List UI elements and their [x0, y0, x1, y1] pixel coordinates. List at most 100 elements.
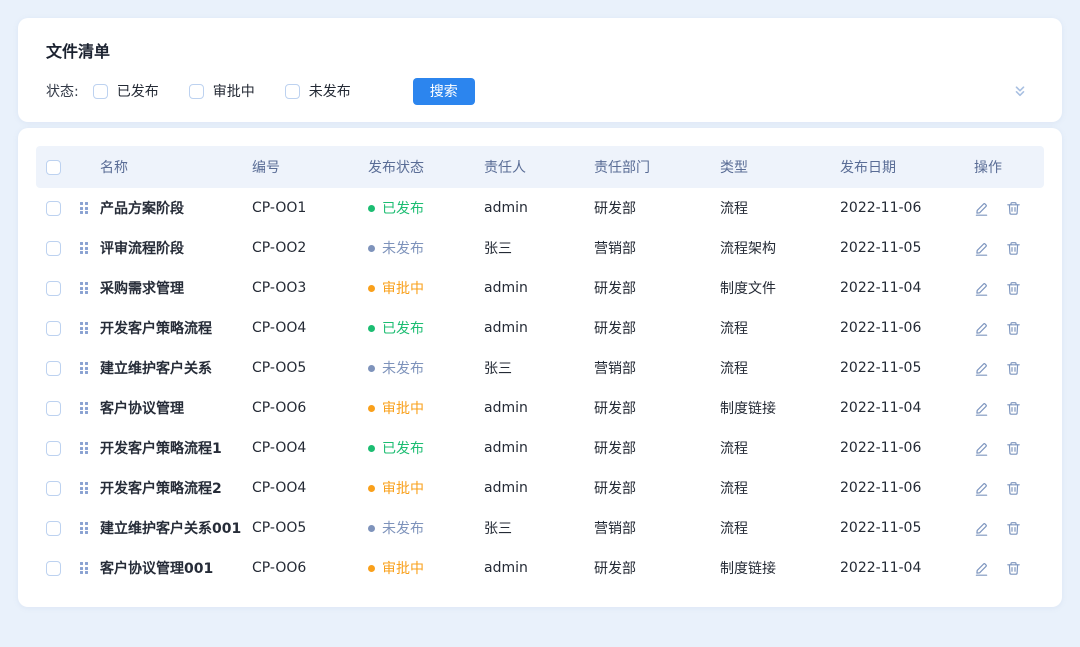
- status-badge: 审批中: [368, 558, 480, 578]
- doc-code: CP-OO4: [250, 320, 366, 336]
- published-checkbox[interactable]: [93, 84, 108, 99]
- row-checkbox[interactable]: [46, 441, 61, 456]
- row-checkbox[interactable]: [46, 281, 61, 296]
- row-actions: [974, 201, 1042, 216]
- doc-date: 2022-11-04: [838, 280, 972, 296]
- edit-button[interactable]: [974, 481, 989, 496]
- doc-date: 2022-11-05: [838, 520, 972, 536]
- drag-handle-icon[interactable]: [80, 442, 89, 454]
- doc-code: CP-OO2: [250, 240, 366, 256]
- column-header-type: 类型: [718, 157, 838, 177]
- search-button[interactable]: 搜索: [413, 78, 475, 105]
- pencil-icon: [974, 561, 989, 576]
- edit-button[interactable]: [974, 201, 989, 216]
- status-badge: 未发布: [368, 358, 480, 378]
- delete-button[interactable]: [1006, 241, 1021, 256]
- edit-button[interactable]: [974, 321, 989, 336]
- status-option-published[interactable]: 已发布: [93, 81, 159, 101]
- doc-code: CP-OO6: [250, 400, 366, 416]
- edit-button[interactable]: [974, 241, 989, 256]
- file-list-table: 名称 编号 发布状态 责任人 责任部门 类型 发布日期 操作 产品方案阶段 CP…: [18, 128, 1062, 607]
- row-checkbox[interactable]: [46, 521, 61, 536]
- row-checkbox[interactable]: [46, 241, 61, 256]
- doc-type: 流程: [718, 478, 838, 498]
- doc-date: 2022-11-06: [838, 320, 972, 336]
- delete-button[interactable]: [1006, 401, 1021, 416]
- status-dot-icon: [368, 365, 375, 372]
- delete-button[interactable]: [1006, 481, 1021, 496]
- unpublished-checkbox[interactable]: [285, 84, 300, 99]
- drag-handle-icon[interactable]: [80, 522, 89, 534]
- edit-button[interactable]: [974, 561, 989, 576]
- row-checkbox[interactable]: [46, 561, 61, 576]
- row-actions: [974, 361, 1042, 376]
- table-row: 产品方案阶段 CP-OO1 已发布 admin 研发部 流程 2022-11-0…: [36, 188, 1044, 228]
- drag-handle-icon[interactable]: [80, 242, 89, 254]
- row-checkbox[interactable]: [46, 481, 61, 496]
- delete-button[interactable]: [1006, 441, 1021, 456]
- drag-handle-icon[interactable]: [80, 402, 89, 414]
- edit-button[interactable]: [974, 361, 989, 376]
- status-text: 已发布: [382, 198, 424, 218]
- row-actions: [974, 401, 1042, 416]
- reviewing-checkbox-label: 审批中: [213, 81, 255, 101]
- status-text: 审批中: [382, 278, 424, 298]
- collapse-filter-button[interactable]: [1012, 83, 1028, 99]
- doc-date: 2022-11-06: [838, 440, 972, 456]
- trash-icon: [1006, 521, 1021, 536]
- drag-handle-icon[interactable]: [80, 362, 89, 374]
- doc-department: 研发部: [592, 478, 718, 498]
- edit-button[interactable]: [974, 281, 989, 296]
- row-actions: [974, 281, 1042, 296]
- delete-button[interactable]: [1006, 361, 1021, 376]
- reviewing-checkbox[interactable]: [189, 84, 204, 99]
- edit-button[interactable]: [974, 441, 989, 456]
- doc-department: 研发部: [592, 558, 718, 578]
- status-badge: 已发布: [368, 198, 480, 218]
- trash-icon: [1006, 361, 1021, 376]
- status-dot-icon: [368, 325, 375, 332]
- row-checkbox[interactable]: [46, 321, 61, 336]
- drag-handle-icon[interactable]: [80, 202, 89, 214]
- delete-button[interactable]: [1006, 321, 1021, 336]
- edit-button[interactable]: [974, 521, 989, 536]
- status-badge: 审批中: [368, 278, 480, 298]
- drag-handle-icon[interactable]: [80, 322, 89, 334]
- status-text: 未发布: [382, 518, 424, 538]
- doc-type: 制度文件: [718, 278, 838, 298]
- doc-type: 流程: [718, 198, 838, 218]
- unpublished-checkbox-label: 未发布: [309, 81, 351, 101]
- doc-type: 制度链接: [718, 558, 838, 578]
- delete-button[interactable]: [1006, 561, 1021, 576]
- status-badge: 已发布: [368, 438, 480, 458]
- status-text: 审批中: [382, 398, 424, 418]
- doc-department: 研发部: [592, 318, 718, 338]
- delete-button[interactable]: [1006, 281, 1021, 296]
- doc-owner: admin: [482, 480, 592, 496]
- status-dot-icon: [368, 205, 375, 212]
- doc-name: 建立维护客户关系: [98, 358, 250, 378]
- table-row: 建立维护客户关系001 CP-OO5 未发布 张三 营销部 流程 2022-11…: [36, 508, 1044, 548]
- select-all-checkbox[interactable]: [46, 160, 61, 175]
- row-checkbox[interactable]: [46, 361, 61, 376]
- row-actions: [974, 321, 1042, 336]
- status-option-reviewing[interactable]: 审批中: [189, 81, 255, 101]
- drag-handle-icon[interactable]: [80, 562, 89, 574]
- doc-department: 研发部: [592, 398, 718, 418]
- row-checkbox[interactable]: [46, 401, 61, 416]
- doc-type: 流程架构: [718, 238, 838, 258]
- drag-handle-icon[interactable]: [80, 482, 89, 494]
- doc-code: CP-OO3: [250, 280, 366, 296]
- row-checkbox[interactable]: [46, 201, 61, 216]
- column-header-name: 名称: [98, 157, 250, 177]
- trash-icon: [1006, 321, 1021, 336]
- status-text: 审批中: [382, 478, 424, 498]
- drag-handle-icon[interactable]: [80, 282, 89, 294]
- table-row: 开发客户策略流程2 CP-OO4 审批中 admin 研发部 流程 2022-1…: [36, 468, 1044, 508]
- delete-button[interactable]: [1006, 201, 1021, 216]
- status-option-unpublished[interactable]: 未发布: [285, 81, 351, 101]
- doc-type: 流程: [718, 438, 838, 458]
- delete-button[interactable]: [1006, 521, 1021, 536]
- doc-owner: 张三: [482, 238, 592, 258]
- edit-button[interactable]: [974, 401, 989, 416]
